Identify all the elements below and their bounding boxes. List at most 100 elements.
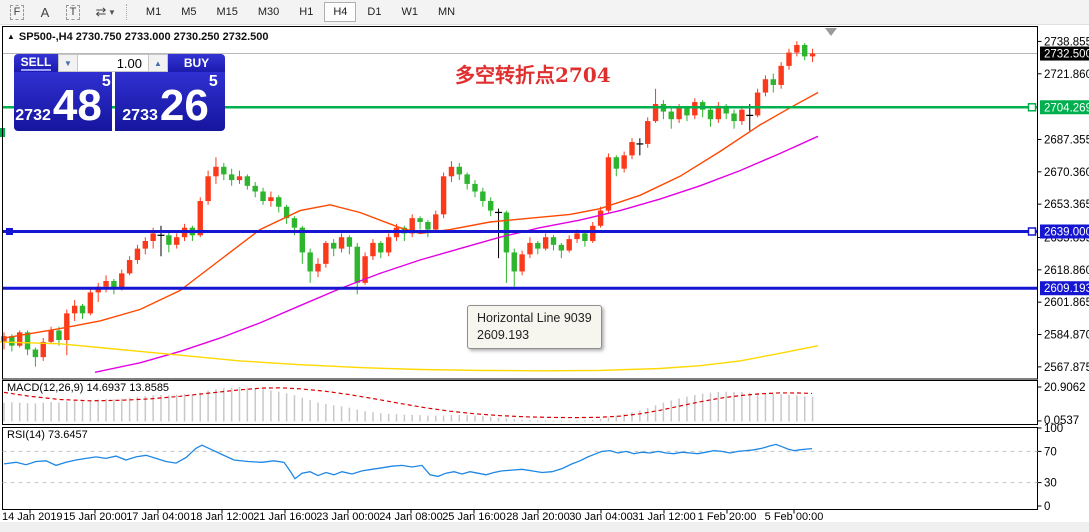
candle-body [17, 332, 23, 346]
candle-body [331, 242, 337, 249]
candle-body [385, 237, 392, 253]
candle-body [417, 218, 423, 222]
rsi-scale-label: 0 [1044, 501, 1050, 513]
price-axis-label: 2618.860 [1044, 265, 1089, 277]
sell-price-display[interactable]: 2732 48 5 [14, 72, 112, 131]
volume-input[interactable]: 1.00 [78, 54, 148, 72]
volume-decrease-button[interactable]: ▼ [58, 54, 78, 72]
candle-body [794, 44, 800, 53]
candle-body [236, 176, 243, 181]
bottom-status-strip [0, 522, 1089, 532]
green-line-anchor[interactable] [1027, 103, 1037, 112]
candle-body [707, 109, 714, 120]
candle-body [346, 237, 353, 247]
volume-increase-button[interactable]: ▲ [148, 54, 168, 72]
blue-line-anchor-right[interactable] [1027, 227, 1037, 236]
price-axis-label: 2601.865 [1044, 297, 1089, 309]
price-axis-label: 2721.860 [1044, 69, 1089, 81]
candle-body [613, 157, 619, 169]
candle-body [582, 233, 588, 242]
sell-price-sup: 5 [101, 73, 111, 90]
candle-body [488, 201, 494, 211]
candle-body [433, 214, 439, 230]
candle-body [448, 166, 455, 177]
candle-body [645, 121, 651, 144]
candle-body [778, 65, 784, 85]
candle-body [676, 107, 682, 120]
candle-body [79, 305, 86, 314]
price-axis-label: 2584.870 [1044, 330, 1089, 342]
sell-price-big: 48 [52, 81, 102, 130]
candle-body [134, 248, 141, 261]
candle-body [252, 185, 258, 192]
candle-body [762, 79, 769, 93]
candle-body [558, 244, 565, 251]
candle-body [519, 254, 525, 272]
candle-body [32, 349, 39, 358]
candle-body [268, 197, 274, 202]
price-tag-label: 2732.500 [1044, 49, 1089, 61]
price-axis-label: 2567.875 [1044, 362, 1089, 374]
candle-body [213, 166, 219, 177]
object-tooltip: Horizontal Line 9039 2609.193 [467, 305, 602, 349]
candle-body [354, 246, 360, 283]
rsi-indicator-label: RSI(14) 73.6457 [7, 429, 88, 441]
price-tag-label: 2704.269 [1044, 102, 1089, 114]
candle-body [770, 79, 776, 85]
candle-body [699, 102, 706, 110]
chart-shift-marker-icon [825, 28, 837, 36]
candle-body [605, 157, 612, 211]
candle-body [378, 242, 384, 253]
candle-body [260, 191, 266, 202]
candle-body [597, 210, 604, 226]
price-axis-label: 2653.365 [1044, 199, 1089, 211]
candle-body [590, 225, 596, 242]
candle-body [228, 174, 235, 181]
candle-body [307, 252, 313, 272]
candle-body [323, 242, 329, 264]
candle-body [440, 176, 447, 215]
candle-body [629, 142, 635, 156]
price-tag-label: 2639.000 [1044, 226, 1089, 238]
candle-body [574, 233, 580, 240]
candle-body [472, 183, 478, 192]
buy-price-big: 26 [159, 81, 209, 130]
candle-body [692, 102, 698, 116]
candle-body [542, 237, 549, 249]
candle-body [621, 155, 627, 169]
candle-body [205, 176, 211, 202]
chart-annotation-text: 多空转折点2704 [455, 63, 611, 87]
rsi-scale-label: 70 [1044, 446, 1057, 458]
rsi-pane-border [2, 427, 1038, 510]
symbol-collapse-arrow-icon[interactable]: ▲ [7, 32, 15, 41]
sell-button[interactable]: SELL [14, 54, 58, 72]
candle-body [103, 280, 109, 287]
buy-button[interactable]: BUY [168, 54, 225, 72]
trade-panel-top-row: SELL ▼ 1.00 ▲ BUY [14, 54, 225, 72]
candle-body [480, 191, 486, 202]
trading-platform-window: F A T ⇄ ▼ M1 M5 M15 M30 H1 H4 D1 W1 MN ▲ SP500-,H… [0, 0, 1089, 532]
candle-body [291, 218, 298, 228]
sell-price-small: 2732 [15, 107, 51, 124]
candle-body [535, 242, 541, 249]
candle-body [48, 330, 54, 342]
buy-price-display[interactable]: 2733 26 5 [115, 72, 225, 131]
candle-body [370, 242, 376, 257]
blue-line-anchor-left[interactable] [6, 227, 13, 235]
candle-body [464, 174, 470, 184]
candle-body [56, 330, 62, 340]
candle-body [739, 109, 745, 122]
candle-body [126, 260, 133, 274]
candle-body [142, 241, 148, 249]
chart-title: ▲ SP500-,H4 2730.750 2733.000 2730.250 27… [7, 31, 268, 43]
rsi-scale-label: 30 [1044, 478, 1057, 490]
candle-body [802, 44, 808, 57]
one-click-trade-panel: SELL ▼ 1.00 ▲ BUY 2732 48 5 2733 26 5 [14, 54, 225, 131]
buy-price-sup: 5 [208, 73, 218, 90]
candle-body [668, 111, 674, 120]
candle-body [174, 237, 180, 245]
candle-body [786, 52, 792, 66]
candle-body [809, 53, 816, 57]
candle-body [71, 305, 78, 314]
tooltip-object-name: Horizontal Line 9039 [477, 311, 592, 325]
